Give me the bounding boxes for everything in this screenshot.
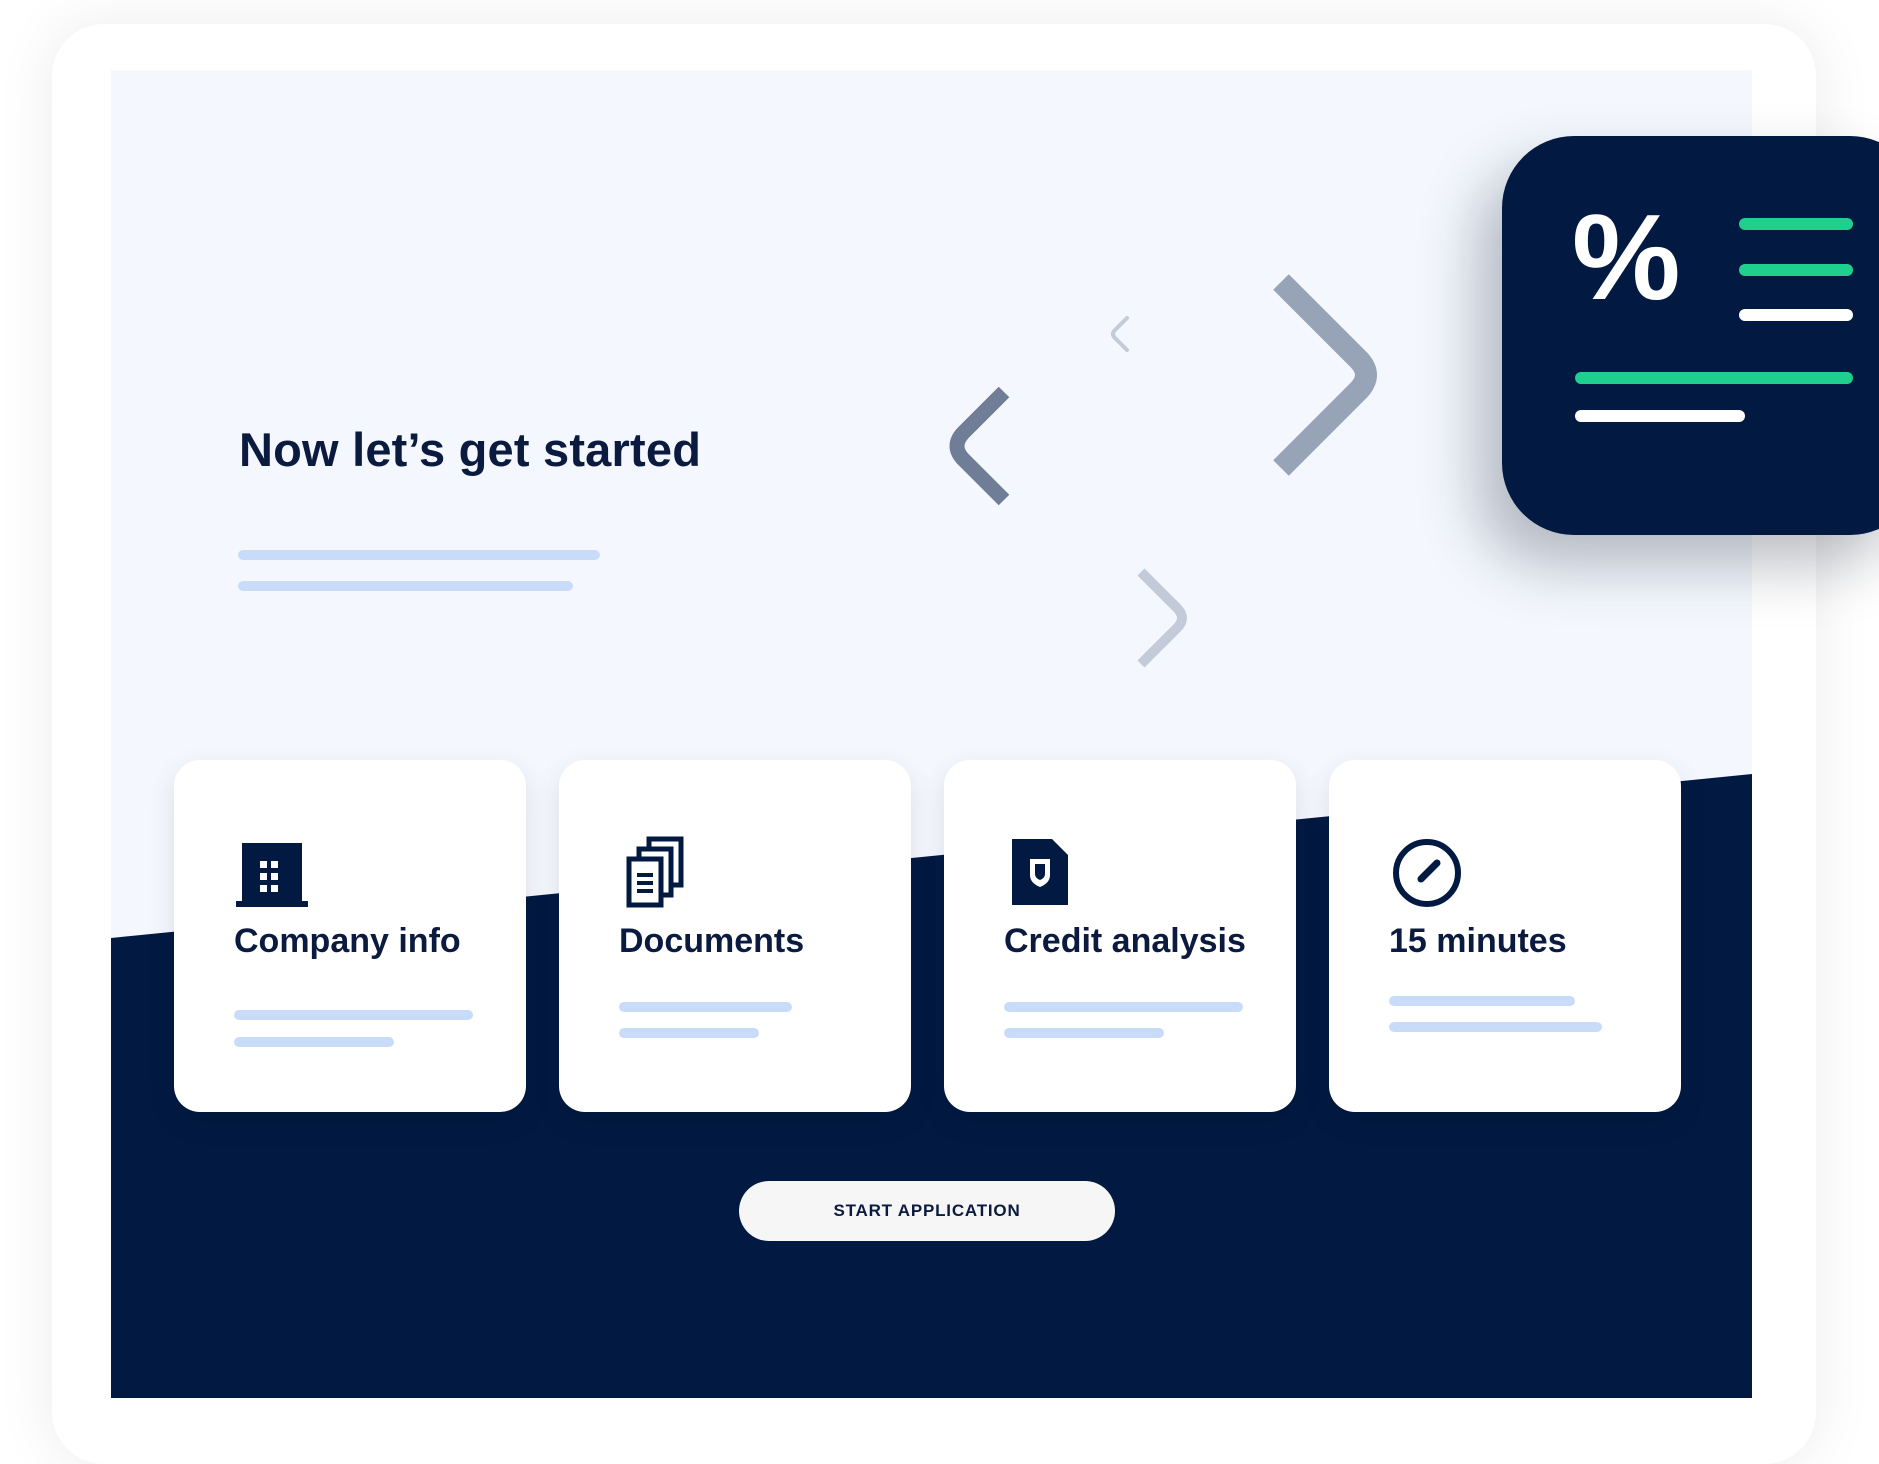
step-card-documents[interactable]: Documents xyxy=(559,760,911,1112)
rate-line-green xyxy=(1739,264,1853,276)
placeholder-line xyxy=(234,1037,394,1047)
rate-line-white xyxy=(1575,410,1745,422)
placeholder-line xyxy=(619,1002,792,1012)
step-title: Credit analysis xyxy=(1004,922,1246,960)
placeholder-line xyxy=(1389,1022,1602,1032)
step-title: 15 minutes xyxy=(1389,922,1567,960)
step-title: Documents xyxy=(619,922,805,960)
subtitle-placeholder-line xyxy=(238,550,600,560)
step-title: Company info xyxy=(234,922,461,960)
stopwatch-icon xyxy=(1393,839,1461,907)
documents-icon xyxy=(626,836,684,908)
start-application-button[interactable]: START APPLICATION xyxy=(739,1181,1115,1241)
rate-line-white xyxy=(1739,309,1853,321)
step-card-credit-analysis[interactable]: Credit analysis xyxy=(944,760,1296,1112)
placeholder-line xyxy=(234,1010,473,1020)
placeholder-line xyxy=(1004,1028,1164,1038)
rate-line-green xyxy=(1575,372,1853,384)
step-card-duration[interactable]: 15 minutes xyxy=(1329,760,1681,1112)
building-icon xyxy=(236,843,308,907)
percent-icon: % xyxy=(1572,189,1681,325)
page-title: Now let’s get started xyxy=(239,423,702,476)
placeholder-line xyxy=(1389,996,1575,1006)
rate-line-green xyxy=(1739,218,1853,230)
placeholder-line xyxy=(1004,1002,1243,1012)
subtitle-placeholder-line xyxy=(238,581,573,591)
interest-rate-card: % xyxy=(1502,136,1879,535)
shield-document-icon xyxy=(1012,839,1068,905)
step-card-company-info[interactable]: Company info xyxy=(174,760,526,1112)
placeholder-line xyxy=(619,1028,759,1038)
